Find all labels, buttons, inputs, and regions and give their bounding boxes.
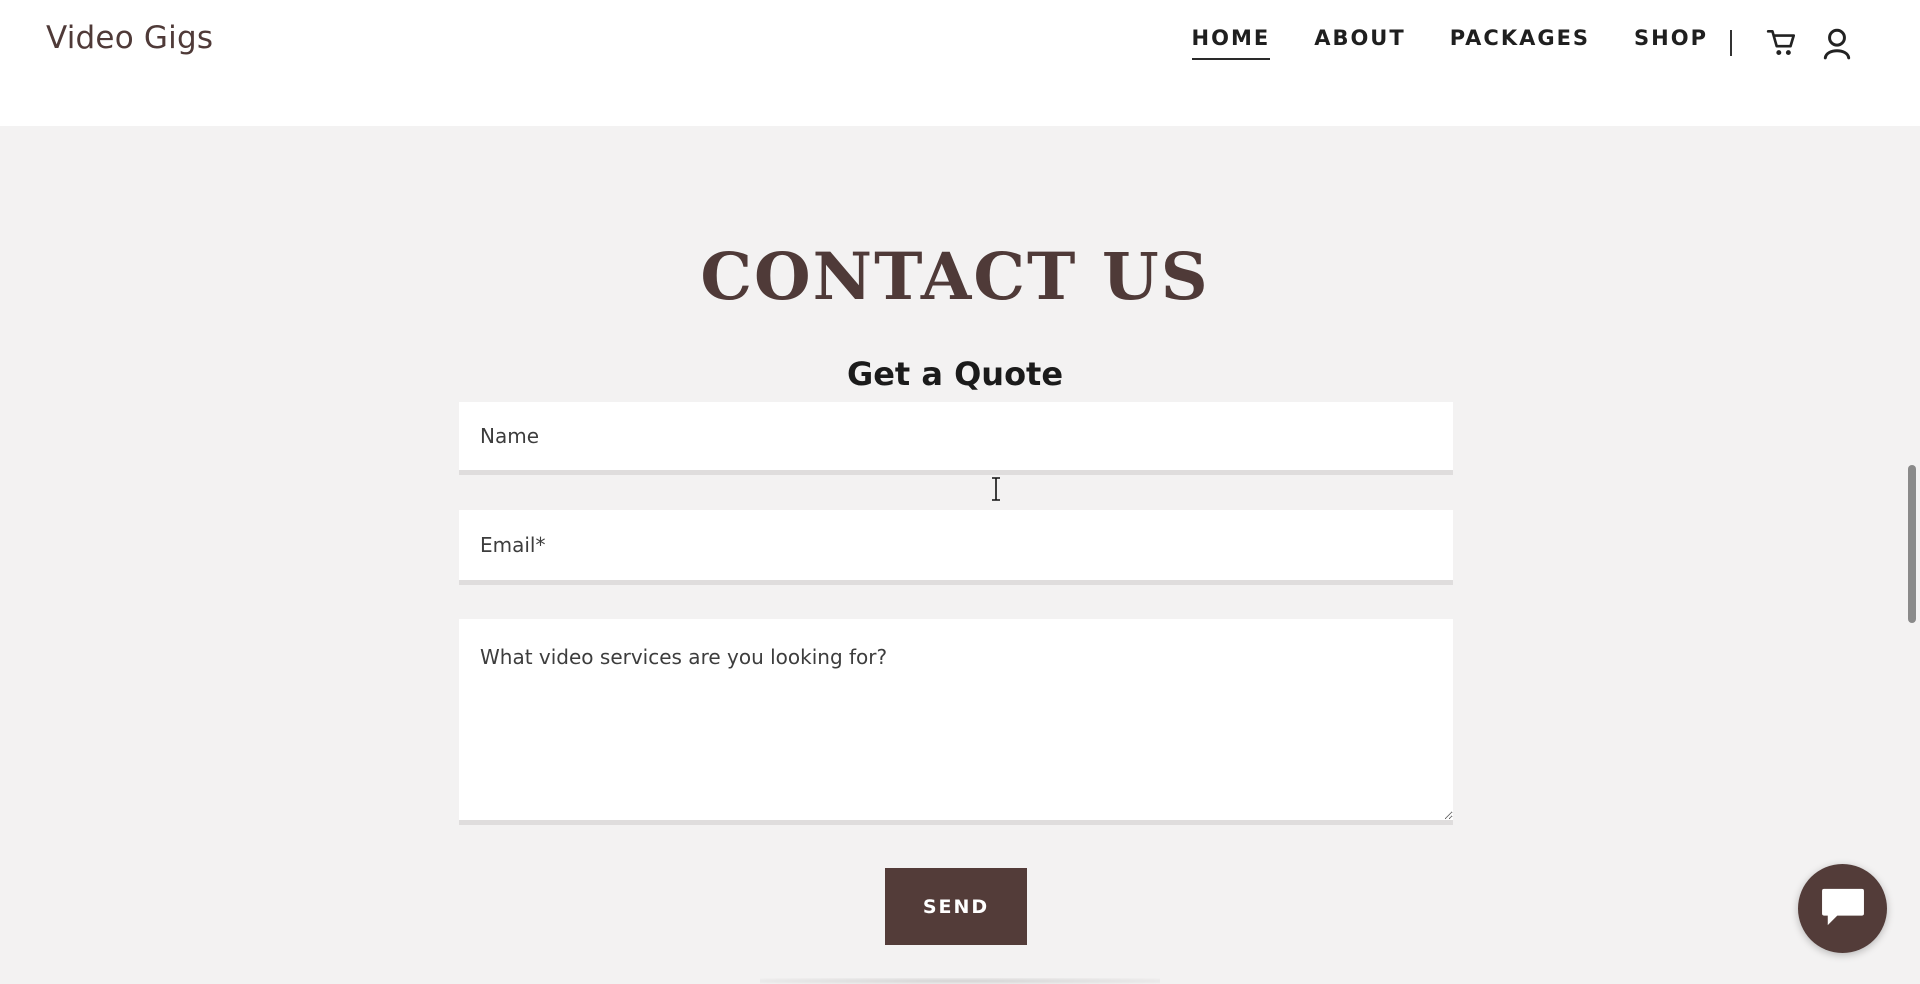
quote-subtitle: Get a Quote <box>846 354 1064 393</box>
text-cursor-svg <box>992 477 1000 501</box>
message-field[interactable] <box>459 619 1453 825</box>
nav-packages[interactable]: PACKAGES <box>1450 26 1590 60</box>
nav-shop[interactable]: SHOP <box>1634 26 1708 60</box>
main-nav: HOME ABOUT PACKAGES SHOP <box>1191 26 1708 60</box>
email-field[interactable] <box>459 510 1453 585</box>
name-field[interactable] <box>459 402 1453 475</box>
page-scrollbar-thumb[interactable] <box>1908 465 1916 623</box>
contact-title: CONTACT US <box>700 238 1210 315</box>
send-button[interactable]: SEND <box>885 868 1027 945</box>
nav-home[interactable]: HOME <box>1191 26 1271 60</box>
text-cursor-icon <box>990 477 1002 501</box>
site-brand[interactable]: Video Gigs <box>46 20 213 56</box>
user-icon-svg <box>1823 28 1851 60</box>
cart-icon[interactable] <box>1765 26 1799 60</box>
nav-about[interactable]: ABOUT <box>1314 26 1406 60</box>
site-header: Video Gigs HOME ABOUT PACKAGES SHOP <box>0 0 1920 126</box>
user-icon[interactable] <box>1820 26 1854 60</box>
cart-icon-svg <box>1766 29 1796 56</box>
footer-shadow <box>760 978 1160 984</box>
nav-separator <box>1730 30 1732 56</box>
chat-bubble-svg <box>1821 888 1864 925</box>
chat-button[interactable] <box>1798 864 1887 953</box>
chat-bubble-icon <box>1820 887 1866 931</box>
